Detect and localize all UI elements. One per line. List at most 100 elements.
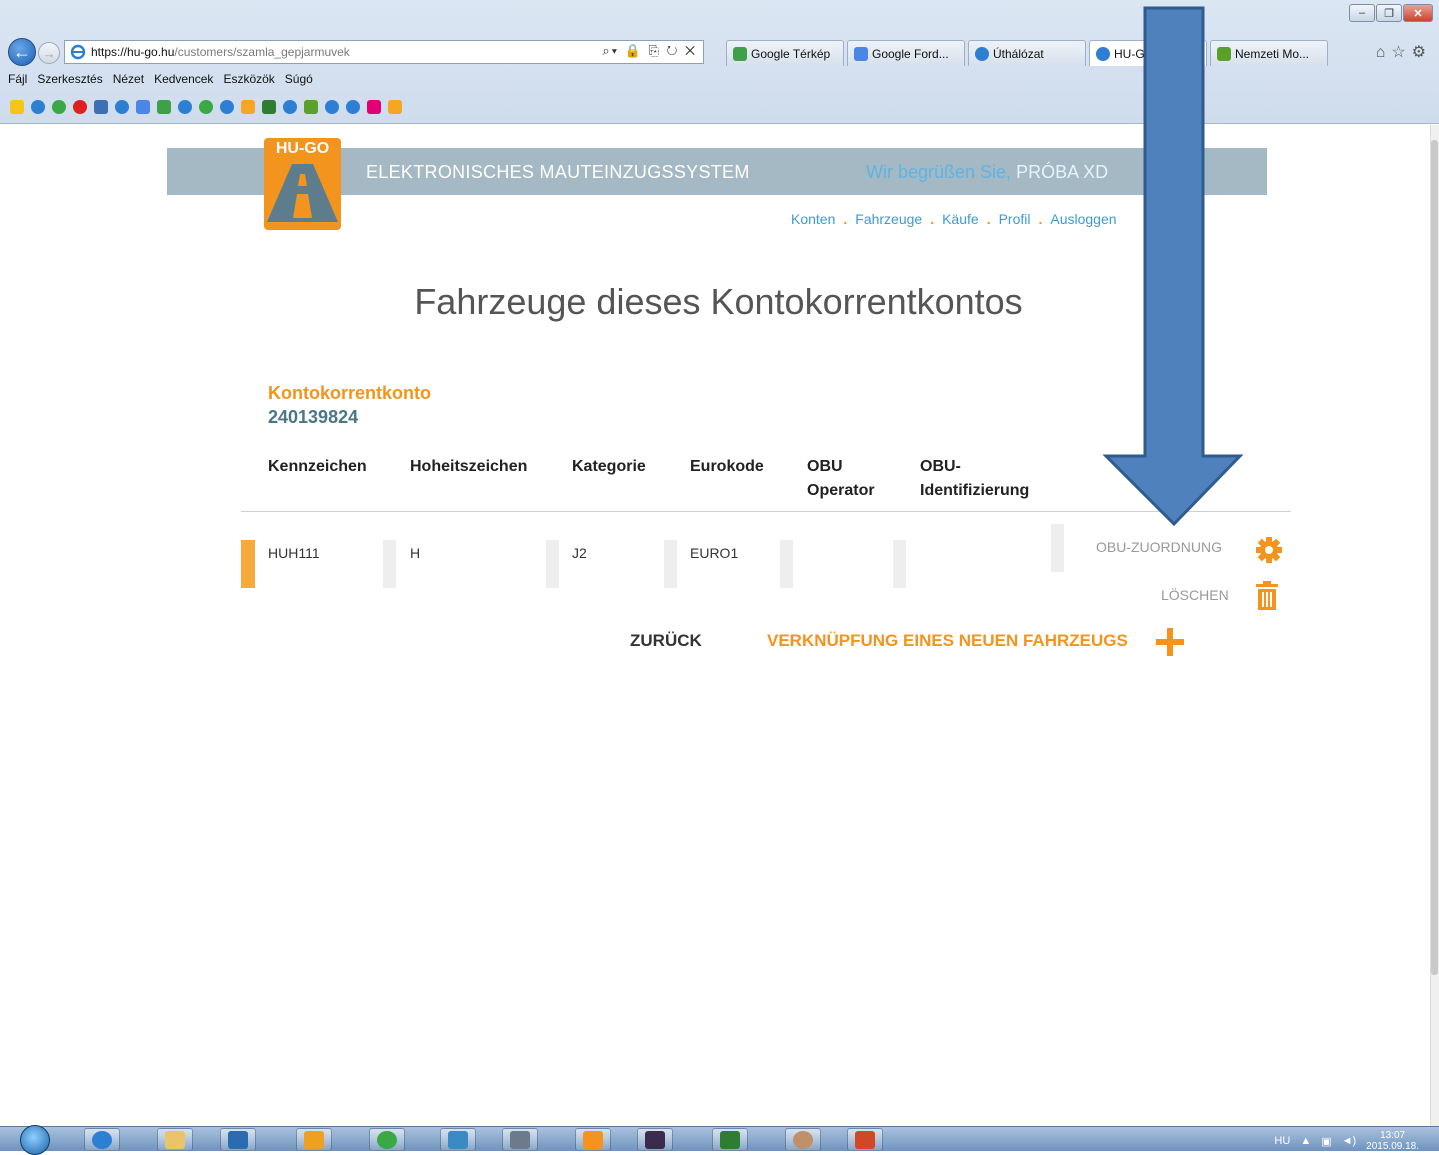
menu-file[interactable]: Fájl bbox=[8, 72, 27, 86]
column-header-obu-operator: OBU Operator bbox=[807, 458, 875, 499]
nav-konten[interactable]: Konten bbox=[791, 211, 835, 227]
gear-icon[interactable] bbox=[1255, 536, 1283, 564]
back-link[interactable]: ZURÜCK bbox=[630, 631, 702, 651]
app-icon bbox=[448, 1130, 468, 1149]
obu-assign-link[interactable]: OBU-ZUORDNUNG bbox=[1096, 539, 1222, 555]
home-icon[interactable]: ⌂ bbox=[1376, 44, 1392, 61]
system-title: ELEKTRONISCHES MAUTEINZUGSSYSTEM bbox=[366, 162, 750, 182]
clock-date: 2015.09.18. bbox=[1366, 1141, 1419, 1152]
telekom-link-icon[interactable] bbox=[367, 100, 381, 114]
tab-label: Google Ford... bbox=[872, 46, 949, 61]
nav-profil[interactable]: Profil bbox=[999, 211, 1031, 227]
folder-icon bbox=[165, 1130, 185, 1149]
url-domain: https://hu-go.hu bbox=[91, 45, 175, 59]
windows-taskbar: HU ▲ ▣ ◄) 13:07 2015.09.18. bbox=[0, 1125, 1439, 1155]
clock[interactable]: 13:07 2015.09.18. bbox=[1366, 1130, 1419, 1152]
ie-link-icon[interactable] bbox=[178, 100, 192, 114]
taskbar-app[interactable] bbox=[440, 1128, 476, 1151]
add-vehicle-link[interactable]: VERKNÜPFUNG EINES NEUEN FAHRZEUGS bbox=[767, 631, 1128, 651]
link-icon[interactable] bbox=[94, 100, 108, 114]
translate-icon bbox=[854, 46, 868, 61]
taskbar-contacts[interactable] bbox=[785, 1128, 821, 1151]
taskbar-excel[interactable] bbox=[712, 1128, 748, 1151]
translate-link-icon[interactable] bbox=[136, 100, 150, 114]
taskbar-hugo[interactable] bbox=[575, 1128, 611, 1151]
language-indicator[interactable]: HU bbox=[1274, 1135, 1290, 1147]
taskbar-outlook2[interactable] bbox=[296, 1128, 332, 1151]
scrollbar-thumb[interactable] bbox=[1431, 140, 1438, 975]
forward-button[interactable]: → bbox=[38, 42, 60, 64]
taskbar-chrome[interactable] bbox=[369, 1128, 405, 1151]
cell-separator bbox=[383, 540, 396, 588]
delete-link[interactable]: LÖSCHEN bbox=[1161, 587, 1229, 603]
address-tools[interactable]: ⌕▾ 🔒 ⎘ ↻ ✕ bbox=[602, 43, 697, 59]
column-header-category: Kategorie bbox=[572, 458, 646, 475]
hugo-logo[interactable]: HU-GO bbox=[264, 138, 341, 230]
favorites-bar bbox=[10, 100, 402, 114]
menu-help[interactable]: Súgó bbox=[285, 72, 313, 86]
ie-icon bbox=[92, 1130, 112, 1149]
taskbar-powerpoint[interactable] bbox=[847, 1128, 883, 1151]
bing-link-icon[interactable] bbox=[241, 100, 255, 114]
menu-view[interactable]: Nézet bbox=[113, 72, 144, 86]
cell-separator bbox=[1051, 524, 1064, 572]
cell-category: J2 bbox=[572, 545, 587, 561]
trash-icon[interactable] bbox=[1256, 581, 1278, 611]
maps-link-icon[interactable] bbox=[157, 100, 171, 114]
column-header-plate: Kennzeichen bbox=[268, 458, 367, 475]
taskbar-outlook[interactable] bbox=[220, 1128, 256, 1151]
powerpoint-icon bbox=[855, 1130, 875, 1149]
favorites-star-icon[interactable] bbox=[10, 100, 24, 114]
settings-gear-icon[interactable]: ⚙ bbox=[1412, 44, 1432, 61]
chrome-link-icon[interactable] bbox=[52, 100, 66, 114]
top-navigation: Konten. Fahrzeuge. Käufe. Profil. Auslog… bbox=[791, 211, 1117, 227]
road-logo-icon bbox=[267, 164, 338, 222]
tab-google-maps[interactable]: Google Térkép bbox=[726, 40, 844, 66]
plus-icon[interactable] bbox=[1156, 628, 1184, 656]
taskbar-phone[interactable] bbox=[637, 1128, 673, 1151]
cell-separator bbox=[546, 540, 559, 588]
tab-google-translate[interactable]: Google Ford... bbox=[847, 40, 965, 66]
nav-fahrzeuge[interactable]: Fahrzeuge bbox=[855, 211, 922, 227]
menu-bar: Fájl Szerkesztés Nézet Kedvencek Eszközö… bbox=[8, 72, 313, 86]
tab-label: Nemzeti Mo... bbox=[1235, 46, 1310, 61]
chrome-link-icon[interactable] bbox=[199, 100, 213, 114]
back-button[interactable]: ← bbox=[8, 38, 36, 66]
hugo-icon bbox=[583, 1130, 603, 1149]
nemzeti-link-icon[interactable] bbox=[304, 100, 318, 114]
favorites-star-icon[interactable]: ☆ bbox=[1391, 44, 1411, 61]
close-window-button[interactable]: ✕ bbox=[1403, 4, 1433, 22]
column-header-eurocode: Eurokode bbox=[690, 458, 764, 475]
ie-link-icon[interactable] bbox=[346, 100, 360, 114]
nav-kaeufe[interactable]: Käufe bbox=[942, 211, 979, 227]
tab-uthalozat[interactable]: Úthálózat bbox=[968, 40, 1086, 66]
window-controls: – ❐ ✕ bbox=[1349, 4, 1433, 22]
column-header-obu-id: OBU- Identifizierung bbox=[920, 458, 1030, 499]
taskbar-app2[interactable] bbox=[502, 1128, 538, 1151]
address-bar[interactable]: https://hu-go.hu/customers/szamla_gepjar… bbox=[64, 40, 704, 64]
menu-edit[interactable]: Szerkesztés bbox=[37, 72, 102, 86]
minimize-button[interactable]: – bbox=[1349, 4, 1375, 22]
volume-icon[interactable]: ◄) bbox=[1342, 1135, 1357, 1147]
phone-icon bbox=[645, 1130, 665, 1149]
tray-expand-icon[interactable]: ▲ bbox=[1300, 1135, 1311, 1147]
menu-tools[interactable]: Eszközök bbox=[223, 72, 274, 86]
network-icon[interactable]: ▣ bbox=[1321, 1135, 1331, 1148]
greeting: Wir begrüßen Sie, PRÓBA XD bbox=[866, 162, 1109, 182]
restore-button[interactable]: ❐ bbox=[1376, 4, 1402, 22]
link-icon[interactable] bbox=[388, 100, 402, 114]
clock-time: 13:07 bbox=[1380, 1130, 1406, 1141]
ie-link-icon[interactable] bbox=[283, 100, 297, 114]
outlook-icon bbox=[228, 1130, 248, 1149]
taskbar-explorer[interactable] bbox=[157, 1128, 193, 1151]
ie-link-icon[interactable] bbox=[115, 100, 129, 114]
ie-link-icon[interactable] bbox=[220, 100, 234, 114]
link-icon[interactable] bbox=[262, 100, 276, 114]
back-arrow-icon: ← bbox=[13, 41, 31, 62]
taskbar-ie[interactable] bbox=[84, 1128, 120, 1151]
ie-link-icon[interactable] bbox=[325, 100, 339, 114]
ie-link-icon[interactable] bbox=[31, 100, 45, 114]
forward-arrow-icon: → bbox=[42, 45, 56, 61]
menu-favorites[interactable]: Kedvencek bbox=[154, 72, 213, 86]
vodafone-link-icon[interactable] bbox=[73, 100, 87, 114]
